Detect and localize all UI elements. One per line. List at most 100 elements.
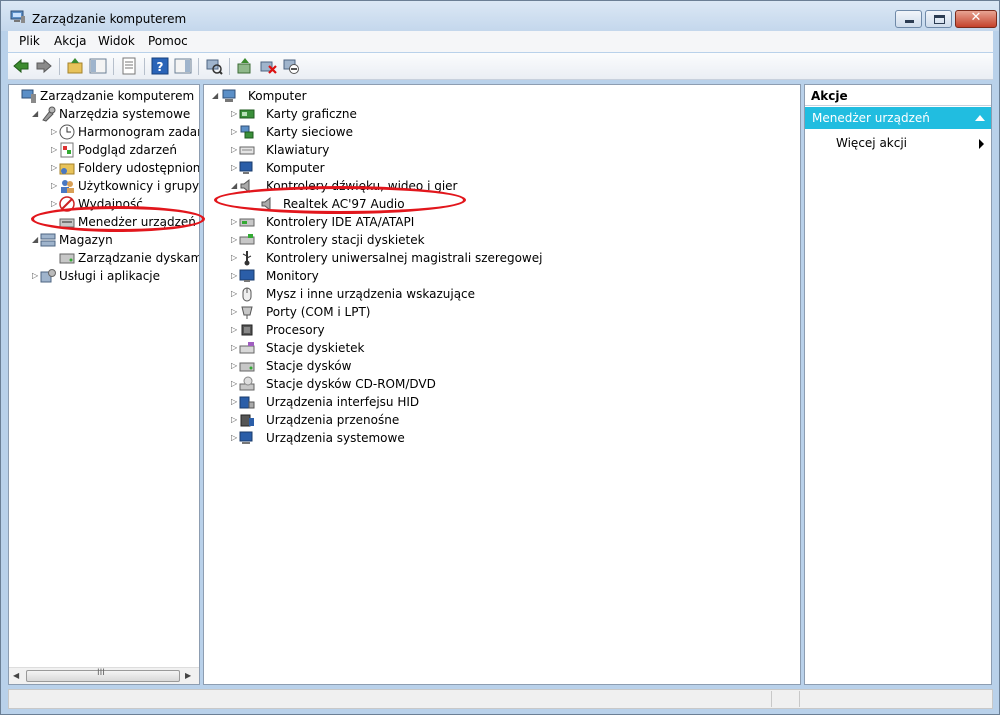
expand-arrow-icon[interactable]: ▷ — [231, 127, 237, 137]
expand-arrow-icon[interactable]: ◢ — [231, 181, 237, 191]
expand-arrow-icon[interactable]: ▷ — [51, 181, 57, 191]
tree-item-label: Karty sieciowe — [266, 125, 354, 139]
toolbar-separator — [144, 58, 145, 75]
expand-arrow-icon[interactable]: ◢ — [32, 109, 38, 119]
device-tree-pane: ◢ Komputer ▷ Karty graficzne ▷ Karty sieciowe… — [203, 84, 801, 685]
menu-view[interactable]: Widok — [98, 34, 135, 48]
menu-help[interactable]: Pomoc — [148, 34, 188, 48]
navigation-tree-pane: Zarządzanie komputerem (loka◢Narzędzia s… — [8, 84, 200, 685]
expand-arrow-icon[interactable]: ▷ — [231, 145, 237, 155]
monitor-icon — [239, 269, 255, 282]
help-icon[interactable]: ? — [151, 57, 169, 75]
disable-icon[interactable] — [282, 57, 300, 75]
close-button[interactable]: ✕ — [955, 10, 997, 28]
title-bar[interactable]: Zarządzanie komputerem ✕ — [1, 1, 999, 31]
more-actions-label: Więcej akcji — [836, 136, 908, 150]
uninstall-icon[interactable] — [259, 57, 277, 75]
tree-item-label: Realtek AC'97 Audio — [283, 197, 405, 211]
scroll-thumb[interactable]: III — [26, 668, 180, 682]
collapse-icon[interactable] — [975, 115, 985, 121]
scroll-right-icon[interactable]: ▶ — [185, 671, 191, 680]
tree-item-label: Urządzenia systemowe — [266, 431, 405, 445]
disk-management-icon — [59, 253, 75, 264]
toolbar-separator — [229, 58, 230, 75]
horizontal-scrollbar[interactable]: ◀ III ▶ — [9, 667, 199, 684]
tree-item-label: Karty graficzne — [266, 107, 357, 121]
forward-icon[interactable] — [35, 57, 53, 75]
menu-file[interactable]: Plik — [19, 34, 40, 48]
expand-arrow-icon[interactable]: ▷ — [51, 199, 57, 209]
expand-arrow-icon[interactable]: ▷ — [231, 271, 237, 281]
expand-arrow-icon[interactable]: ▷ — [231, 397, 237, 407]
expand-arrow-icon[interactable]: ▷ — [231, 163, 237, 173]
actions-title: Akcje — [811, 89, 848, 103]
actions-section-device-manager[interactable]: Menedżer urządzeń — [805, 107, 991, 129]
expand-arrow-icon[interactable]: ▷ — [51, 145, 57, 155]
expand-arrow-icon[interactable]: ▷ — [231, 289, 237, 299]
expand-arrow-icon[interactable]: ▷ — [231, 235, 237, 245]
cdrom-icon — [239, 376, 255, 391]
tree-item-label: Kontrolery dźwięku, wideo i gier — [266, 179, 458, 193]
performance-icon — [59, 196, 75, 212]
expand-arrow-icon[interactable]: ▷ — [32, 271, 38, 281]
tree-item-label: Użytkownicy i grupy lok — [78, 179, 200, 193]
expand-arrow-icon[interactable]: ▷ — [231, 307, 237, 317]
maximize-button[interactable] — [925, 10, 952, 28]
tree-item-label: Kontrolery IDE ATA/ATAPI — [266, 215, 415, 229]
properties-icon[interactable] — [120, 57, 138, 75]
status-cell — [799, 691, 800, 707]
scan-hardware-icon[interactable] — [205, 57, 223, 75]
realtek-audio-icon — [261, 196, 271, 212]
shared-folders-icon — [59, 163, 75, 175]
expand-arrow-icon[interactable]: ▷ — [51, 163, 57, 173]
expand-arrow-icon[interactable]: ▷ — [231, 253, 237, 263]
storage-icon — [40, 233, 56, 247]
computer-management-icon — [10, 10, 25, 23]
device-manager-icon — [59, 218, 75, 228]
expand-arrow-icon[interactable]: ▷ — [231, 325, 237, 335]
more-actions-item[interactable]: Więcej akcji — [805, 133, 991, 153]
expand-arrow-icon[interactable]: ▷ — [231, 415, 237, 425]
expand-arrow-icon[interactable]: ▷ — [231, 379, 237, 389]
update-driver-icon[interactable] — [236, 57, 254, 75]
actions-header: Akcje — [805, 85, 991, 106]
tree-item-label: Monitory — [266, 269, 319, 283]
tree-item-label: Narzędzia systemowe — [59, 107, 191, 121]
floppy-controller-icon — [239, 234, 255, 245]
show-hide-action-pane-icon[interactable] — [174, 57, 192, 75]
status-bar — [8, 689, 993, 709]
expand-arrow-icon[interactable]: ▷ — [231, 433, 237, 443]
tree-item-label: Menedżer urządzeń — [78, 215, 196, 229]
scroll-left-icon[interactable]: ◀ — [13, 671, 19, 680]
expand-arrow-icon[interactable]: ◢ — [32, 235, 38, 245]
clock-icon — [59, 124, 75, 140]
up-folder-icon[interactable] — [66, 57, 84, 75]
processor-icon — [241, 324, 253, 336]
expand-arrow-icon[interactable]: ▷ — [231, 217, 237, 227]
tree-item-label: Kontrolery stacji dyskietek — [266, 233, 425, 247]
expand-arrow-icon[interactable]: ▷ — [231, 109, 237, 119]
expand-arrow-icon[interactable]: ▷ — [231, 343, 237, 353]
tree-item-label: Magazyn — [59, 233, 113, 247]
computer-management-icon — [21, 89, 36, 103]
tree-item-label: Klawiatury — [266, 143, 330, 157]
tree-item-label: Wydajność — [78, 197, 143, 211]
tree-item-label: Stacje dysków — [266, 359, 352, 373]
services-icon — [40, 269, 56, 283]
disk-drive-icon — [239, 362, 255, 372]
menu-action[interactable]: Akcja — [54, 34, 86, 48]
back-icon[interactable] — [12, 57, 30, 75]
minimize-button[interactable] — [895, 10, 922, 28]
expand-arrow-icon[interactable]: ▷ — [231, 361, 237, 371]
tree-item-label: Zarządzanie dyskami — [78, 251, 200, 265]
toolbar-separator — [113, 58, 114, 75]
usb-icon — [242, 251, 252, 266]
expand-arrow-icon[interactable]: ◢ — [212, 91, 218, 101]
actions-pane: Akcje Menedżer urządzeń Więcej akcji — [804, 84, 992, 685]
event-viewer-icon — [60, 142, 74, 158]
toolbar-separator — [198, 58, 199, 75]
show-hide-tree-icon[interactable] — [89, 57, 107, 75]
toolbar-separator — [59, 58, 60, 75]
tree-item-label: Komputer — [266, 161, 325, 175]
expand-arrow-icon[interactable]: ▷ — [51, 127, 57, 137]
